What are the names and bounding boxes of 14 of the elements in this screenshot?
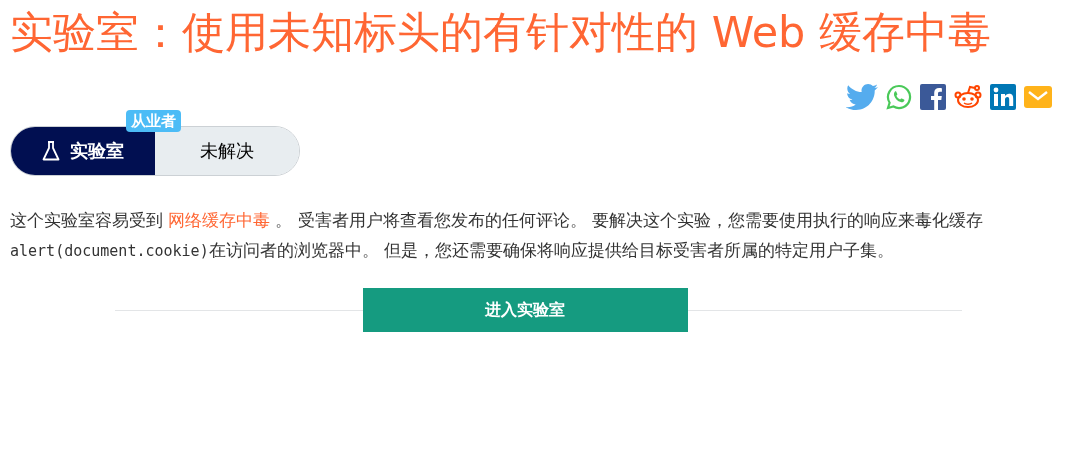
in-logo-icon[interactable] [990, 84, 1016, 110]
lab-label: 实验室 [11, 127, 155, 175]
status-label: 未解决 [155, 127, 299, 175]
alien-face-icon[interactable] [954, 84, 982, 110]
phone-bubble-icon[interactable] [886, 84, 912, 110]
page-title: 实验室：使用未知标头的有针对性的 Web 缓存中毒 [10, 10, 993, 54]
bird-icon[interactable] [846, 84, 878, 110]
flask-icon [42, 141, 60, 161]
access-lab-button[interactable]: 进入实验室 [362, 288, 688, 332]
level-badge: 从业者 [126, 110, 181, 132]
letter-f-icon[interactable] [920, 84, 946, 110]
lab-description: 这个实验室容易受到 网络缓存中毒 。 受害者用户将查看您发布的任何评论。 要解决这个实验，您需要使用执行的响应来毒化缓存 alert(document.cookie)在访问者的浏览器中。 但是，您还需要确保将响应提供给目标受害者所属的特定用户子集。 [10, 210, 984, 262]
envelope-icon[interactable] [1024, 86, 1052, 108]
topic-link[interactable]: 网络缓存中毒 [168, 211, 271, 230]
